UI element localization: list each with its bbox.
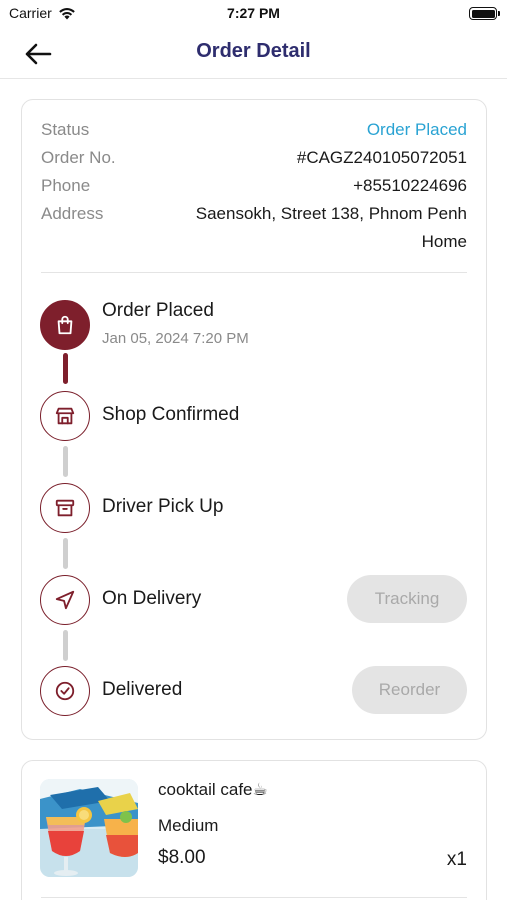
phone-row: Phone +85510224696 [41, 173, 467, 199]
order-info-card: Status Order Placed Order No. #CAGZ24010… [21, 99, 487, 740]
timeline-connector [63, 353, 68, 384]
step-shop-confirmed-title: Shop Confirmed [102, 404, 240, 425]
order-item-card: cooktail cafe☕ Medium $8.00 x1 [21, 760, 487, 900]
order-number-row: Order No. #CAGZ240105072051 [41, 145, 467, 171]
item-name: cooktail cafe☕ [158, 780, 268, 799]
reorder-button[interactable]: Reorder [352, 666, 467, 714]
timeline-connector [63, 538, 68, 569]
battery-icon [469, 7, 500, 20]
tracking-button[interactable]: Tracking [347, 575, 467, 623]
step-order-placed-icon [40, 300, 90, 350]
phone-value: +85510224696 [353, 176, 467, 195]
store-icon [55, 407, 75, 425]
address-value: Saensokh, Street 138, Phnom Penh Home [147, 200, 467, 256]
status-bar: Carrier 7:27 PM [0, 0, 507, 28]
status-label: Status [41, 120, 90, 139]
phone-label: Phone [41, 176, 91, 195]
item-quantity: x1 [446, 849, 467, 870]
step-delivered-icon [40, 666, 90, 716]
address-line-2: Home [421, 232, 467, 251]
timeline-connector [63, 630, 68, 661]
timeline-connector [63, 446, 68, 477]
status-row: Status Order Placed [41, 117, 467, 143]
page-title: Order Detail [196, 40, 311, 62]
step-driver-pickup-icon [40, 483, 90, 533]
step-on-delivery-title: On Delivery [102, 588, 202, 609]
order-number-value: #CAGZ240105072051 [296, 148, 467, 167]
step-shop-confirmed-icon [40, 391, 90, 441]
step-on-delivery-icon [40, 575, 90, 625]
shopping-bag-icon [57, 315, 73, 335]
status-value: Order Placed [366, 120, 467, 139]
address-label: Address [41, 204, 104, 223]
item-divider [41, 897, 467, 898]
cocktail-drinks-image [40, 779, 138, 877]
address-line-1: Saensokh, Street 138, Phnom Penh [195, 204, 467, 223]
package-icon [55, 499, 75, 517]
order-number-label: Order No. [41, 148, 116, 167]
step-order-placed-title: Order Placed [102, 300, 214, 321]
step-driver-pickup-title: Driver Pick Up [102, 496, 224, 517]
step-order-placed-time: Jan 05, 2024 7:20 PM [102, 330, 249, 347]
check-circle-icon [55, 681, 75, 701]
step-delivered-title: Delivered [102, 679, 183, 700]
navigation-icon [55, 590, 75, 610]
item-variant: Medium [158, 816, 219, 835]
info-divider [41, 272, 467, 273]
navigation-bar: Order Detail [0, 28, 507, 79]
status-time: 7:27 PM [227, 5, 280, 21]
item-price: $8.00 [158, 847, 206, 868]
